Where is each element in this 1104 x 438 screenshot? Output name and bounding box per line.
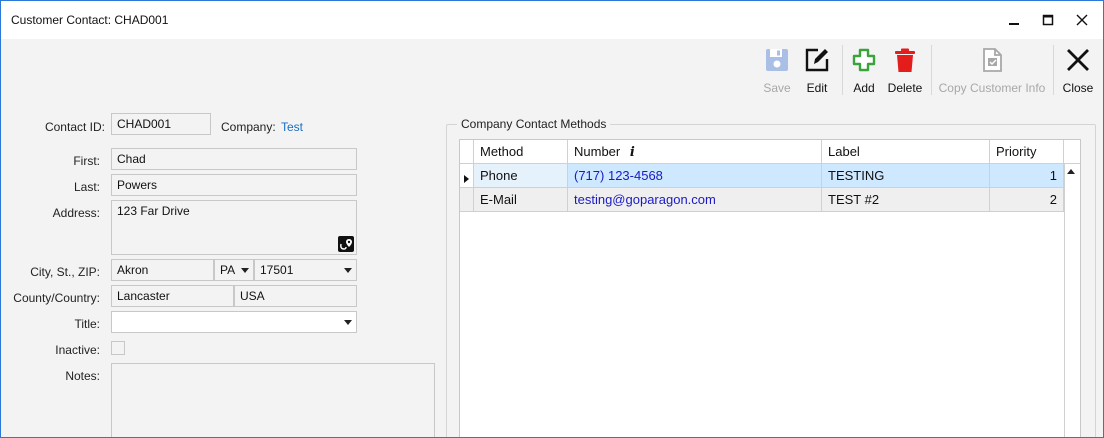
zip-dropdown[interactable]: 17501	[254, 259, 357, 281]
window-title: Customer Contact: CHAD001	[11, 13, 169, 27]
first-name-field[interactable]: Chad	[111, 148, 357, 170]
title-bar: Customer Contact: CHAD001	[1, 1, 1103, 39]
chevron-down-icon	[344, 268, 352, 273]
contact-id-label: Contact ID:	[44, 120, 105, 134]
toolbar-separator	[931, 45, 932, 95]
maximize-icon	[1042, 14, 1054, 26]
save-button[interactable]: Save	[759, 45, 795, 97]
row-selector[interactable]	[460, 164, 474, 188]
window-close-button[interactable]	[1065, 1, 1099, 39]
cell-priority[interactable]: 1	[990, 164, 1064, 188]
map-pin-icon[interactable]	[338, 236, 354, 252]
vertical-scrollbar[interactable]	[1064, 164, 1080, 437]
company-label: Company:	[221, 120, 276, 134]
cell-number[interactable]: testing@goparagon.com	[568, 188, 822, 212]
column-header-method[interactable]: Method	[474, 140, 568, 164]
add-button[interactable]: Add	[849, 45, 879, 97]
toolbar-separator	[1053, 45, 1054, 95]
minimize-button[interactable]	[997, 1, 1031, 39]
county-country-label: County/Country:	[13, 291, 100, 305]
county-field[interactable]: Lancaster	[111, 285, 234, 307]
document-copy-icon	[977, 45, 1007, 75]
cell-method[interactable]: E-Mail	[474, 188, 568, 212]
copy-customer-info-button[interactable]: Copy Customer Info	[937, 45, 1047, 97]
city-field[interactable]: Akron	[111, 259, 214, 281]
customer-contact-window: Customer Contact: CHAD001 Save Edit Add …	[0, 0, 1104, 438]
cell-number[interactable]: (717) 123-4568	[568, 164, 822, 188]
title-dropdown[interactable]	[111, 311, 357, 333]
last-name-label: Last:	[73, 180, 100, 194]
close-icon	[1076, 14, 1088, 26]
column-header-label[interactable]: Label	[822, 140, 990, 164]
caret-right-icon	[464, 175, 469, 183]
table-row[interactable]: E-Mail testing@goparagon.com TEST #2 2	[460, 188, 1080, 212]
notes-textarea[interactable]	[111, 363, 435, 437]
company-link[interactable]: Test	[281, 120, 303, 134]
table-row[interactable]: Phone (717) 123-4568 TESTING 1	[460, 164, 1080, 188]
toolbar: Save Edit Add Delete Copy Customer Info …	[1, 39, 1103, 101]
chevron-down-icon	[241, 268, 249, 273]
column-header-number[interactable]: Number i	[568, 140, 822, 164]
contact-methods-grid: Method Number i Label Priority Phone (71…	[459, 139, 1081, 437]
trash-can-icon	[890, 45, 920, 75]
row-selector[interactable]	[460, 188, 474, 212]
minimize-icon	[1009, 23, 1019, 25]
city-state-zip-label: City, St., ZIP:	[30, 265, 100, 279]
state-dropdown[interactable]: PA	[214, 259, 254, 281]
cell-label[interactable]: TEST #2	[822, 188, 990, 212]
floppy-disk-icon	[762, 45, 792, 75]
maximize-button[interactable]	[1031, 1, 1065, 39]
address-label: Address:	[52, 206, 100, 220]
column-header-priority[interactable]: Priority	[990, 140, 1064, 164]
first-name-label: First:	[73, 154, 100, 168]
cell-priority[interactable]: 2	[990, 188, 1064, 212]
plus-icon	[849, 45, 879, 75]
x-icon	[1063, 45, 1093, 75]
cell-method[interactable]: Phone	[474, 164, 568, 188]
toolbar-separator	[842, 45, 843, 95]
title-label: Title:	[74, 317, 100, 331]
notes-label: Notes:	[65, 369, 100, 383]
inactive-checkbox[interactable]	[111, 341, 125, 355]
address-text: 123 Far Drive	[117, 204, 190, 218]
info-icon: i	[629, 145, 635, 160]
scrollbar-header	[1064, 140, 1080, 164]
scroll-up-icon[interactable]	[1067, 169, 1075, 174]
contact-id-field[interactable]: CHAD001	[111, 113, 211, 135]
inactive-label: Inactive:	[55, 343, 100, 357]
chevron-down-icon	[344, 320, 352, 325]
country-field[interactable]: USA	[234, 285, 357, 307]
close-button[interactable]: Close	[1059, 45, 1097, 97]
last-name-field[interactable]: Powers	[111, 174, 357, 196]
contact-methods-title: Company Contact Methods	[457, 117, 611, 131]
delete-button[interactable]: Delete	[885, 45, 925, 97]
grid-header: Method Number i Label Priority	[460, 140, 1080, 164]
cell-label[interactable]: TESTING	[822, 164, 990, 188]
pencil-square-icon	[802, 45, 832, 75]
address-field[interactable]: 123 Far Drive	[111, 200, 357, 255]
row-header-corner	[460, 140, 474, 164]
edit-button[interactable]: Edit	[801, 45, 833, 97]
